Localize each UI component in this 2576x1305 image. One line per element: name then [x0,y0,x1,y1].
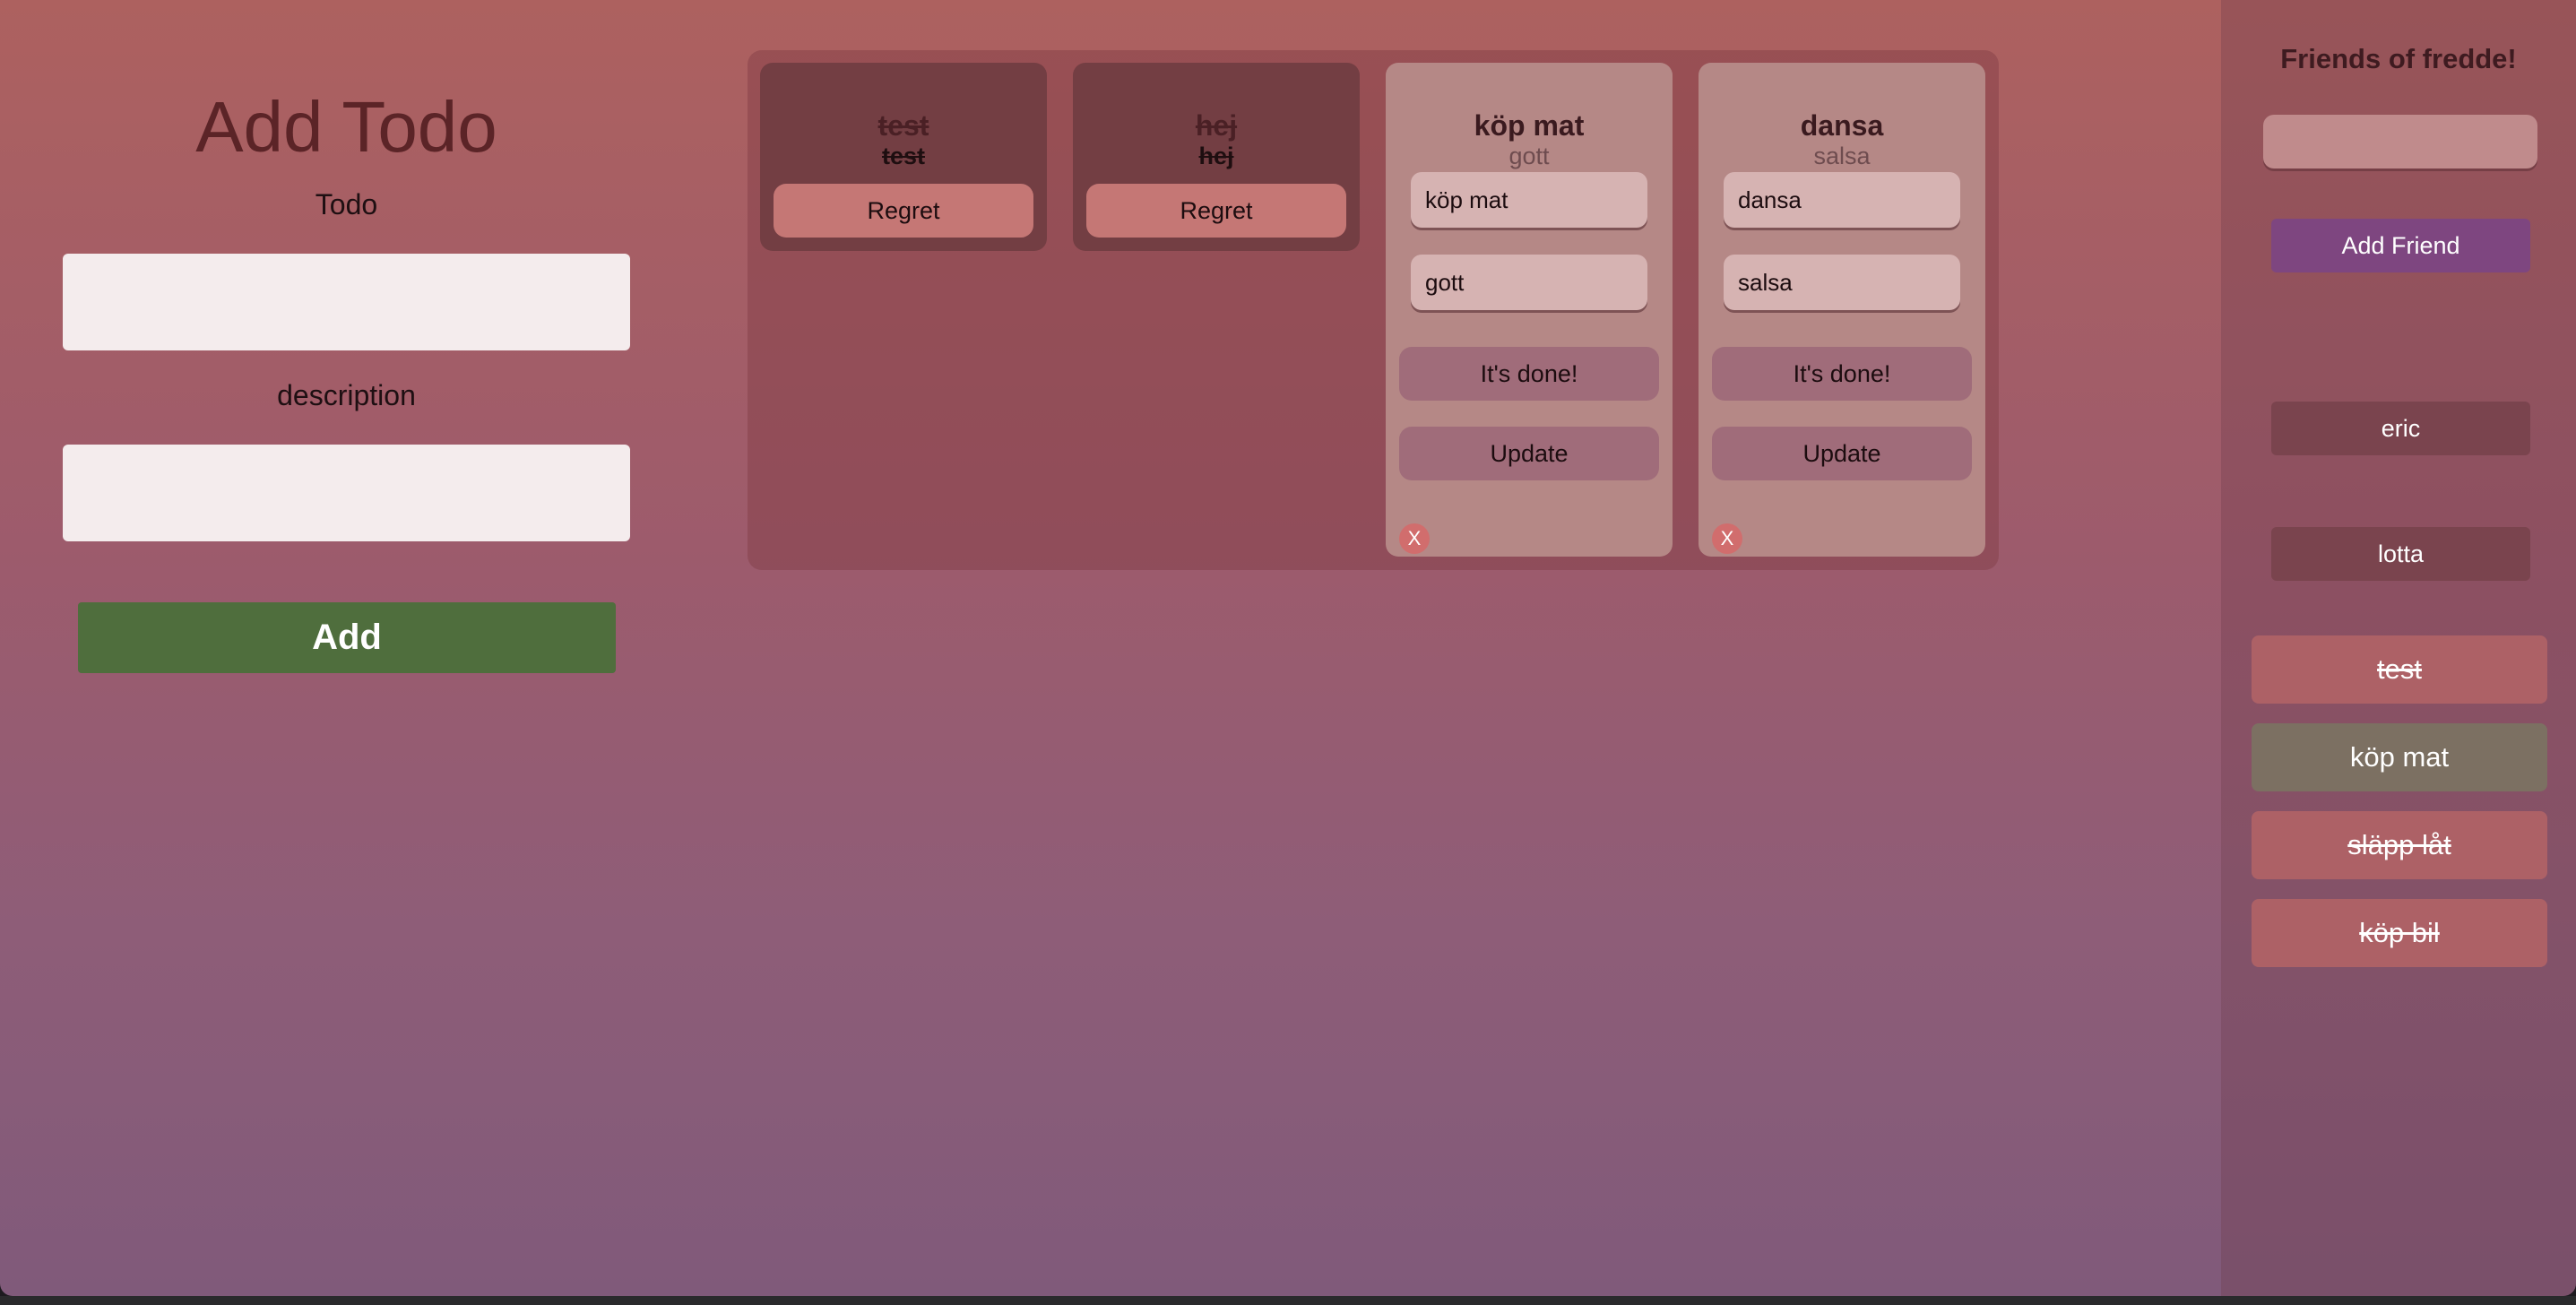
done-todo-card: hej hej Regret [1073,63,1360,251]
todo-input[interactable] [63,254,630,350]
update-button[interactable]: Update [1399,427,1659,480]
description-input[interactable] [63,445,630,541]
add-friend-button[interactable]: Add Friend [2271,219,2530,272]
done-button[interactable]: It's done! [1712,347,1972,401]
edit-title-input[interactable] [1724,172,1960,228]
todo-board: test test Regret hej hej Regret köp mat … [748,50,1999,570]
edit-title-input[interactable] [1411,172,1647,228]
description-label: description [277,379,416,411]
friend-item-lotta[interactable]: lotta [2271,527,2530,581]
done-button[interactable]: It's done! [1399,347,1659,401]
todo-card-description: gott [1508,143,1550,169]
friend-todo-item: släpp låt [2252,811,2547,879]
todo-card-description: salsa [1813,143,1871,169]
regret-button[interactable]: Regret [774,184,1033,238]
friend-item-eric[interactable]: eric [2271,402,2530,455]
regret-button[interactable]: Regret [1086,184,1346,238]
bottom-edge [0,1296,2576,1305]
add-button[interactable]: Add [78,602,616,673]
open-todo-card: dansa salsa It's done! Update X [1699,63,1985,557]
todo-label: Todo [315,188,378,220]
edit-description-input[interactable] [1724,255,1960,310]
friend-todo-item: köp mat [2252,723,2547,791]
done-todo-card: test test Regret [760,63,1047,251]
edit-description-input[interactable] [1411,255,1647,310]
app-window: Add Todo Todo description Add test test … [0,0,2576,1296]
friend-todo-item: köp bil [2252,899,2547,967]
friends-sidebar: Friends of fredde! Add Friend eric lotta… [2221,0,2576,1296]
add-todo-form: Add Todo Todo description Add [0,0,695,717]
friend-todo-item: test [2252,635,2547,704]
friends-title: Friends of fredde! [2280,43,2517,74]
todo-card-description: hej [1198,143,1234,169]
todo-card-title: dansa [1800,109,1884,142]
update-button[interactable]: Update [1712,427,1972,480]
todo-card-description: test [881,143,925,169]
friend-name-input[interactable] [2263,115,2537,169]
delete-button[interactable]: X [1399,523,1430,554]
add-todo-title: Add Todo [195,87,497,167]
open-todo-card: köp mat gott It's done! Update X [1386,63,1673,557]
delete-button[interactable]: X [1712,523,1742,554]
todo-card-title: hej [1195,109,1238,142]
todo-card-title: test [877,109,929,142]
todo-card-title: köp mat [1474,109,1585,142]
